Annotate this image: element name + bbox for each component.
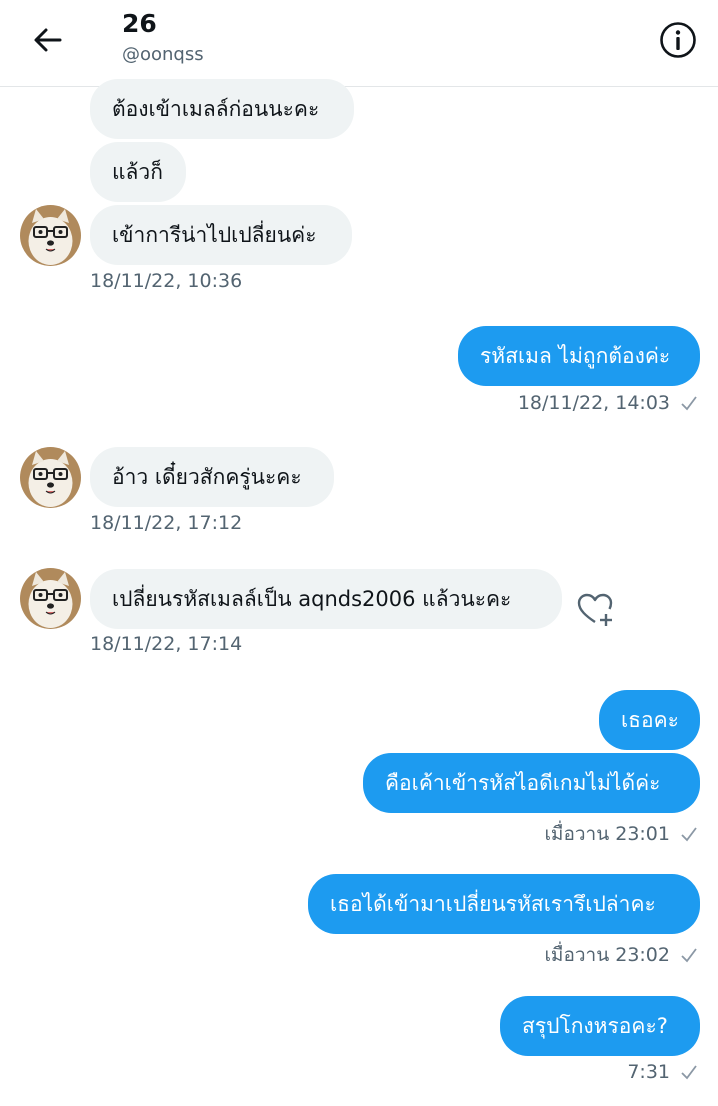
message-status: เมื่อวาน 23:02: [544, 940, 698, 970]
message-text: เธอได้เข้ามาเปลี่ยนรหัสเรารึเปล่าคะ: [330, 891, 656, 916]
message-bubble-incoming[interactable]: แล้วก็: [90, 142, 186, 202]
message-bubble-incoming[interactable]: อ้าว เดี๋ยวสักครู่นะคะ: [90, 447, 334, 507]
message-text: เข้าการีน่าไปเปลี่ยนค่ะ: [112, 222, 317, 247]
message-text: สรุปโกงหรอคะ?: [522, 1013, 668, 1038]
info-circle-icon: [660, 22, 696, 58]
message-timestamp: 18/11/22, 10:36: [90, 270, 243, 292]
message-bubble-incoming[interactable]: เปลี่ยนรหัสเมลล์เป็น aqnds2006 แล้วนะคะ: [90, 569, 562, 629]
message-timestamp: 18/11/22, 17:14: [90, 633, 243, 655]
checkmark-icon: [681, 827, 697, 842]
conversation-handle: @oonqss: [122, 44, 204, 65]
conversation-header: 26 @oonqss: [0, 0, 718, 87]
dog-avatar-icon: [20, 205, 81, 266]
message-bubble-outgoing[interactable]: เธอได้เข้ามาเปลี่ยนรหัสเรารึเปล่าคะ: [308, 874, 700, 934]
message-text: คือเค้าเข้ารหัสไอดีเกมไม่ได้ค่ะ: [385, 770, 661, 795]
checkmark-icon: [681, 1065, 697, 1080]
message-text: เปลี่ยนรหัสเมลล์เป็น aqnds2006 แล้วนะคะ: [112, 586, 512, 611]
arrow-left-icon: [34, 28, 62, 52]
message-text: ต้องเข้าเมลล์ก่อนนะคะ: [112, 96, 320, 121]
message-text: เธอคะ: [621, 707, 679, 732]
message-timestamp: 18/11/22, 17:12: [90, 512, 243, 534]
message-bubble-outgoing[interactable]: รหัสเมล ไม่ถูกต้องค่ะ: [458, 326, 700, 386]
message-bubble-incoming[interactable]: ต้องเข้าเมลล์ก่อนนะคะ: [90, 79, 354, 139]
message-status: เมื่อวาน 23:01: [544, 819, 698, 849]
message-timestamp: เมื่อวาน 23:02: [544, 944, 670, 966]
back-button[interactable]: [24, 20, 72, 60]
message-status: 7:31: [627, 1061, 698, 1083]
react-button[interactable]: [576, 592, 616, 628]
message-timestamp: 7:31: [627, 1061, 670, 1083]
dog-avatar-icon: [20, 447, 81, 508]
message-text: รหัสเมล ไม่ถูกต้องค่ะ: [480, 343, 671, 368]
message-status: 18/11/22, 14:03: [518, 392, 698, 414]
message-bubble-outgoing[interactable]: สรุปโกงหรอคะ?: [500, 996, 700, 1056]
info-button[interactable]: [656, 20, 700, 60]
message-bubble-outgoing[interactable]: เธอคะ: [599, 690, 700, 750]
avatar[interactable]: [20, 447, 81, 508]
message-text: แล้วก็: [112, 159, 163, 184]
dog-avatar-icon: [20, 568, 81, 629]
message-bubble-outgoing[interactable]: คือเค้าเข้ารหัสไอดีเกมไม่ได้ค่ะ: [363, 753, 700, 813]
avatar[interactable]: [20, 568, 81, 629]
avatar[interactable]: [20, 205, 81, 266]
checkmark-icon: [681, 948, 697, 963]
message-text: อ้าว เดี๋ยวสักครู่นะคะ: [112, 464, 302, 489]
message-timestamp: เมื่อวาน 23:01: [544, 823, 670, 845]
checkmark-icon: [681, 396, 697, 411]
conversation-title[interactable]: 26: [122, 9, 157, 38]
heart-plus-icon: [577, 593, 613, 626]
message-bubble-incoming[interactable]: เข้าการีน่าไปเปลี่ยนค่ะ: [90, 205, 352, 265]
message-timestamp: 18/11/22, 14:03: [517, 392, 670, 414]
